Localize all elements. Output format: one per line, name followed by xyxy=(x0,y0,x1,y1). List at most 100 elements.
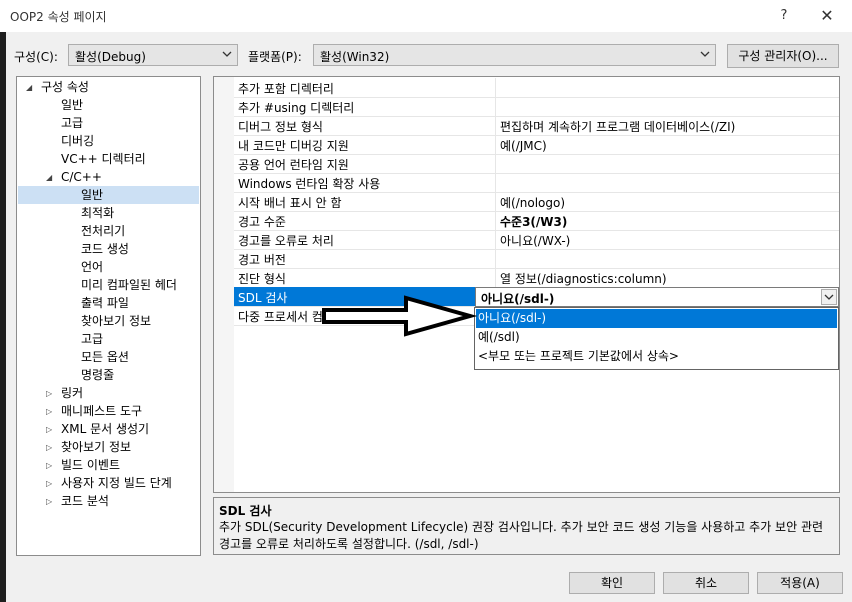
collapsed-caret-icon[interactable]: ▷ xyxy=(46,461,52,470)
description-title: SDL 검사 xyxy=(219,504,272,518)
property-tree[interactable]: ◢ 구성 속성 일반 고급 디버깅 VC++ 디렉터리 ◢ C/C++ 일반 최적… xyxy=(16,76,201,556)
tree-item-cpp-child[interactable]: 고급 xyxy=(81,330,103,348)
property-name: SDL 검사 xyxy=(238,291,288,305)
property-name: 디버그 정보 형식 xyxy=(238,120,323,134)
property-name: 경고 수준 xyxy=(238,215,286,229)
description-text: 추가 SDL(Security Development Lifecycle) 권… xyxy=(219,520,824,551)
property-value: 열 정보(/diagnostics:column) xyxy=(500,272,667,286)
platform-value: 활성(Win32) xyxy=(320,50,390,64)
platform-label: 플랫폼(P): xyxy=(248,50,302,64)
tree-item-cpp-child[interactable]: 모든 옵션 xyxy=(81,348,129,366)
close-button[interactable]: ✕ xyxy=(812,4,842,28)
property-value: 예(/JMC) xyxy=(500,139,547,153)
ok-button[interactable]: 확인 xyxy=(569,572,655,594)
help-button[interactable]: ? xyxy=(772,4,796,28)
option-yes-sdl[interactable]: 예(/sdl) xyxy=(476,328,837,347)
tree-item-collapsed[interactable]: 찾아보기 정보 xyxy=(61,438,131,456)
property-name: 추가 포함 디렉터리 xyxy=(238,82,334,96)
tree-item-configuration-properties[interactable]: 구성 속성 xyxy=(41,78,89,96)
column-divider xyxy=(495,173,496,192)
background-window-edge xyxy=(0,32,6,602)
property-row[interactable]: 디버그 정보 형식 편집하며 계속하기 프로그램 데이터베이스(/ZI) xyxy=(234,116,839,136)
collapsed-caret-icon[interactable]: ▷ xyxy=(46,497,52,506)
property-name: Windows 런타임 확장 사용 xyxy=(238,177,381,191)
chevron-down-icon xyxy=(700,51,710,57)
tree-item-collapsed[interactable]: 링커 xyxy=(61,384,83,402)
property-name: 시작 배너 표시 안 함 xyxy=(238,196,342,210)
property-row[interactable]: 시작 배너 표시 안 함 예(/nologo) xyxy=(234,192,839,212)
property-row[interactable]: 추가 #using 디렉터리 xyxy=(234,97,839,117)
option-no-sdl[interactable]: 아니요(/sdl-) xyxy=(475,308,838,329)
tree-item-cpp-child[interactable]: 명령줄 xyxy=(81,366,114,384)
column-divider xyxy=(495,211,496,230)
tree-item-cpp-child[interactable]: 최적화 xyxy=(81,204,114,222)
tree-item-general[interactable]: 일반 xyxy=(61,96,83,114)
configuration-manager-button[interactable]: 구성 관리자(O)... xyxy=(727,44,839,68)
grid-gutter xyxy=(214,77,234,492)
tree-item-cpp-child[interactable]: 미리 컴파일된 헤더 xyxy=(81,276,177,294)
title-bar: OOP2 속성 페이지 ? ✕ xyxy=(0,0,852,32)
property-row[interactable]: 진단 형식 열 정보(/diagnostics:column) xyxy=(234,268,839,288)
expanded-caret-icon: ◢ xyxy=(26,83,33,92)
column-divider xyxy=(495,135,496,154)
property-row[interactable]: 경고 수준 수준3(/W3) xyxy=(234,211,839,231)
tree-item-cpp-child[interactable]: 전처리기 xyxy=(81,222,125,240)
property-value: 수준3(/W3) xyxy=(500,215,568,229)
tree-item-collapsed[interactable]: XML 문서 생성기 xyxy=(61,420,149,438)
tree-item-collapsed[interactable]: 매니페스트 도구 xyxy=(61,402,142,420)
column-divider xyxy=(495,154,496,173)
property-row[interactable]: Windows 런타임 확장 사용 xyxy=(234,173,839,193)
column-divider xyxy=(495,192,496,211)
tree-item-collapsed[interactable]: 코드 분석 xyxy=(61,492,109,510)
property-name: 공용 언어 런타임 지원 xyxy=(238,158,349,172)
tree-item-advanced[interactable]: 고급 xyxy=(61,114,83,132)
platform-select[interactable]: 활성(Win32) xyxy=(313,44,716,66)
tree-item-cpp[interactable]: C/C++ xyxy=(61,168,102,186)
option-inherit[interactable]: <부모 또는 프로젝트 기본값에서 상속> xyxy=(476,347,837,366)
tree-item-collapsed[interactable]: 사용자 지정 빌드 단계 xyxy=(61,474,172,492)
sdl-value-editor[interactable]: 아니요(/sdl-) xyxy=(475,287,839,307)
property-row[interactable]: 공용 언어 런타임 지원 xyxy=(234,154,839,174)
configuration-value: 활성(Debug) xyxy=(75,50,146,64)
sdl-dropdown-button[interactable] xyxy=(821,289,837,305)
property-name: 진단 형식 xyxy=(238,272,286,286)
configuration-label: 구성(C): xyxy=(14,50,58,64)
cancel-button[interactable]: 취소 xyxy=(663,572,749,594)
column-divider xyxy=(495,249,496,268)
description-panel: SDL 검사 추가 SDL(Security Development Lifec… xyxy=(213,497,840,555)
collapsed-caret-icon[interactable]: ▷ xyxy=(46,425,52,434)
property-name: 내 코드만 디버깅 지원 xyxy=(238,139,349,153)
column-divider xyxy=(495,116,496,135)
collapsed-caret-icon[interactable]: ▷ xyxy=(46,389,52,398)
sdl-current-value: 아니요(/sdl-) xyxy=(481,292,555,306)
column-divider xyxy=(495,78,496,97)
collapsed-caret-icon[interactable]: ▷ xyxy=(46,443,52,452)
property-value: 아니요(/WX-) xyxy=(500,234,571,248)
tree-selection-highlight xyxy=(18,186,199,204)
property-row[interactable]: 경고 버전 xyxy=(234,249,839,269)
column-divider xyxy=(495,97,496,116)
tree-item-cpp-child[interactable]: 찾아보기 정보 xyxy=(81,312,151,330)
tree-item-vc-directories[interactable]: VC++ 디렉터리 xyxy=(61,150,146,168)
tree-item-cpp-child[interactable]: 일반 xyxy=(81,186,103,204)
tree-item-collapsed[interactable]: 빌드 이벤트 xyxy=(61,456,120,474)
window-title: OOP2 속성 페이지 xyxy=(10,10,107,24)
property-value: 예(/nologo) xyxy=(500,196,566,210)
chevron-down-icon xyxy=(222,51,232,57)
tree-item-cpp-child[interactable]: 언어 xyxy=(81,258,103,276)
expanded-caret-icon: ◢ xyxy=(46,173,53,182)
property-row[interactable]: 경고를 오류로 처리 아니요(/WX-) xyxy=(234,230,839,250)
property-row[interactable]: 내 코드만 디버깅 지원 예(/JMC) xyxy=(234,135,839,155)
tree-item-cpp-child[interactable]: 코드 생성 xyxy=(81,240,129,258)
tree-item-debugging[interactable]: 디버깅 xyxy=(61,132,94,150)
apply-button[interactable]: 적용(A) xyxy=(757,572,843,594)
collapsed-caret-icon[interactable]: ▷ xyxy=(46,407,52,416)
configuration-select[interactable]: 활성(Debug) xyxy=(68,44,238,66)
collapsed-caret-icon[interactable]: ▷ xyxy=(46,479,52,488)
annotation-arrow-icon xyxy=(322,295,478,337)
tree-item-cpp-child[interactable]: 출력 파일 xyxy=(81,294,129,312)
column-divider xyxy=(495,230,496,249)
property-row[interactable]: 추가 포함 디렉터리 xyxy=(234,78,839,98)
sdl-dropdown-list[interactable]: 아니요(/sdl-) 예(/sdl) <부모 또는 프로젝트 기본값에서 상속> xyxy=(474,307,839,370)
property-grid[interactable]: 추가 포함 디렉터리 추가 #using 디렉터리 디버그 정보 형식 편집하며 계속… xyxy=(213,76,840,493)
